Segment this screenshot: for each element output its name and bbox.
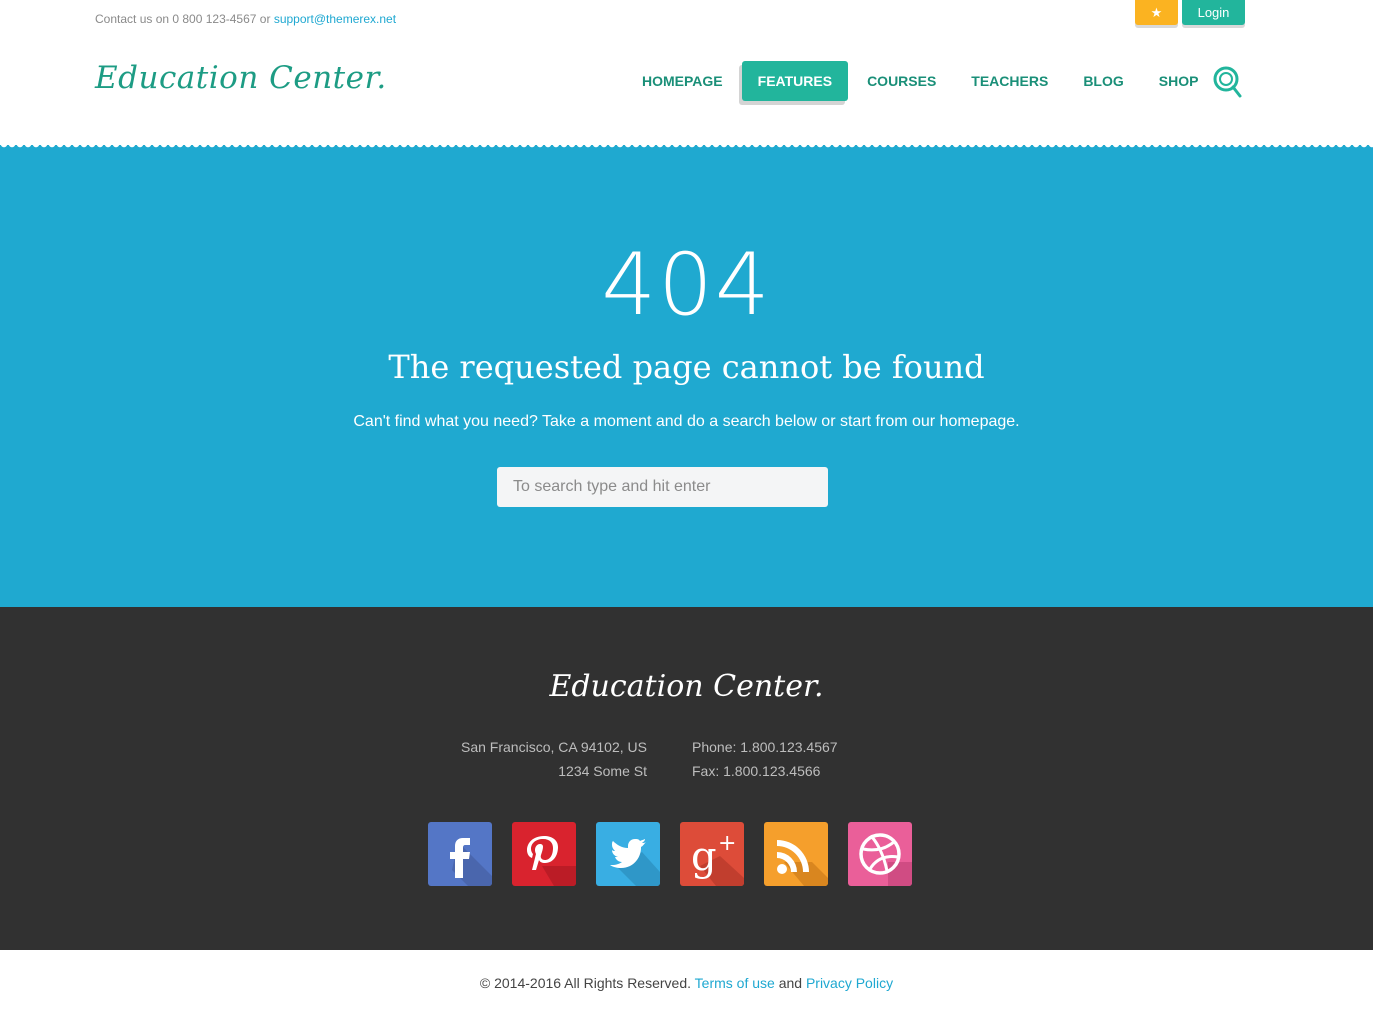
dribbble-icon[interactable] <box>848 822 912 886</box>
footer-address: San Francisco, CA 94102, US 1234 Some St <box>420 735 647 783</box>
wavy-divider <box>0 144 1373 148</box>
copyright-text: © 2014-2016 All Rights Reserved. <box>479 975 692 991</box>
phone-number: Phone: 1.800.123.4567 <box>692 739 838 755</box>
bottom-bar: © 2014-2016 All Rights Reserved. Terms o… <box>0 950 1373 1016</box>
login-button[interactable]: Login <box>1182 0 1245 25</box>
svg-text:+: + <box>718 831 736 856</box>
support-email-link[interactable]: support@themerex.net <box>274 12 396 26</box>
search-icon[interactable] <box>1212 65 1244 99</box>
google-plus-icon[interactable]: g + <box>680 822 744 886</box>
nav-teachers[interactable]: TEACHERS <box>955 61 1064 101</box>
search-input[interactable] <box>497 467 828 507</box>
copyright: © 2014-2016 All Rights Reserved. Terms o… <box>0 975 1373 991</box>
contact-text: Contact us on 0 800 123-4567 or <box>95 12 271 26</box>
top-bar: Contact us on 0 800 123-4567 or support@… <box>0 0 1373 40</box>
error-description: Can't find what you need? Take a moment … <box>353 413 1020 430</box>
address-line-1: San Francisco, CA 94102, US <box>461 739 647 755</box>
main-nav: HOMEPAGE FEATURES COURSES TEACHERS BLOG … <box>626 61 1217 101</box>
site-logo[interactable]: Education Center. <box>95 60 387 96</box>
address-line-2: 1234 Some St <box>558 763 647 779</box>
nav-shop[interactable]: SHOP <box>1143 61 1215 101</box>
svg-text:g: g <box>691 834 717 880</box>
nav-features[interactable]: FEATURES <box>741 61 849 101</box>
star-icon: ★ <box>1150 4 1163 20</box>
nav-homepage[interactable]: HOMEPAGE <box>626 61 739 101</box>
facebook-icon[interactable] <box>428 822 492 886</box>
nav-courses[interactable]: COURSES <box>851 61 952 101</box>
footer-phones: Phone: 1.800.123.4567 Fax: 1.800.123.456… <box>692 735 942 783</box>
footer-logo[interactable]: Education Center. <box>0 669 1373 704</box>
error-hero: 404 The requested page cannot be found C… <box>0 144 1373 607</box>
social-links: g + <box>428 822 932 886</box>
contact-info: Contact us on 0 800 123-4567 or support@… <box>95 12 396 26</box>
nav-blog[interactable]: BLOG <box>1067 61 1139 101</box>
fax-number: Fax: 1.800.123.4566 <box>692 763 821 779</box>
privacy-link[interactable]: Privacy Policy <box>806 975 893 991</box>
terms-link[interactable]: Terms of use <box>695 975 775 991</box>
rss-icon[interactable] <box>764 822 828 886</box>
favorites-button[interactable]: ★ <box>1135 0 1178 25</box>
footer: Education Center. San Francisco, CA 9410… <box>0 607 1373 950</box>
error-title: The requested page cannot be found <box>388 348 985 386</box>
twitter-icon[interactable] <box>596 822 660 886</box>
pinterest-icon[interactable] <box>512 822 576 886</box>
and-text: and <box>778 975 803 991</box>
error-code: 404 <box>601 235 772 335</box>
